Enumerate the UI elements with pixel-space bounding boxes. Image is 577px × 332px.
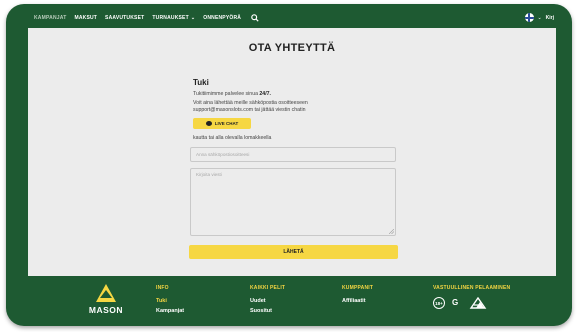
gamcare-icon[interactable]: G [452, 297, 464, 309]
resize-handle-icon[interactable] [389, 229, 394, 234]
flag-icon [525, 13, 535, 22]
chevron-down-icon: ⌄ [190, 15, 196, 21]
logo-text: MASON [88, 305, 124, 315]
footer: MASON INFO Tuki Kampanjat KAIKKI PELIT U… [28, 276, 556, 322]
email-field[interactable]: Anna sähköpostiosoitteesi [190, 147, 396, 162]
gambling-aware-icon[interactable] [469, 297, 487, 309]
language-selector[interactable]: ⌄ Kirj [525, 13, 554, 22]
footer-column-info: INFO Tuki Kampanjat [156, 285, 184, 314]
footer-column-partners: KUMPPANIT Affiliaatit [342, 285, 373, 304]
message-placeholder: Kirjoita viesti [196, 172, 222, 177]
footer-link-affiliaatit[interactable]: Affiliaatit [342, 298, 373, 304]
nav-item-maksut[interactable]: MAKSUT [74, 15, 97, 21]
age-limit-icon[interactable]: 18+ [433, 297, 445, 309]
footer-link-kampanjat[interactable]: Kampanjat [156, 308, 184, 314]
responsible-badges: 18+ G [433, 297, 510, 309]
support-email-text: Voit aina lähettää meille sähköpostia os… [193, 100, 308, 106]
footer-link-suositut[interactable]: Suositut [250, 308, 285, 314]
language-label: Kirj [545, 14, 554, 21]
nav-item-kampanjat[interactable]: KAMPANJAT [34, 15, 66, 21]
nav-item-turnaukset[interactable]: TURNAUKSET ⌄ [152, 15, 195, 21]
message-field[interactable]: Kirjoita viesti [190, 168, 396, 236]
top-navigation: KAMPANJAT MAKSUT SAAVUTUKSET TURNAUKSET ⌄… [28, 8, 556, 28]
screen: KAMPANJAT MAKSUT SAAVUTUKSET TURNAUKSET ⌄… [28, 8, 556, 322]
nav-item-onnenpyora[interactable]: ONNENPYÖRÄ [203, 15, 241, 21]
support-hours-bold: 24/7. [259, 91, 271, 97]
footer-column-responsible: VASTUULLINEN PELAAMINEN 18+ G [433, 285, 510, 309]
live-chat-label: LIVE CHAT [214, 121, 239, 126]
chevron-down-icon: ⌄ [537, 14, 542, 21]
mason-logo[interactable]: MASON [88, 284, 124, 320]
footer-link-uudet[interactable]: Uudet [250, 298, 285, 304]
footer-heading-partners: KUMPPANIT [342, 285, 374, 291]
email-placeholder: Anna sähköpostiosoitteesi [196, 152, 250, 157]
live-chat-button[interactable]: LIVE CHAT [193, 118, 251, 129]
nav-item-turnaukset-label: TURNAUKSET [152, 15, 189, 21]
footer-column-games: KAIKKI PELIT Uudet Suositut [250, 285, 285, 314]
footer-heading-games: KAIKKI PELIT [250, 285, 286, 291]
support-email-text-2: support@masonslots.com tai jättää viesti… [193, 107, 306, 113]
footer-link-tuki[interactable]: Tuki [156, 298, 184, 304]
device-frame: KAMPANJAT MAKSUT SAAVUTUKSET TURNAUKSET ⌄… [6, 4, 572, 326]
send-button[interactable]: LÄHETÄ [189, 245, 398, 259]
support-hours-text: Tukitiimimme palvelee sinua 24/7. [193, 91, 271, 97]
form-hint: kautta tai alla olevalla lomakkeella [193, 135, 272, 141]
contact-content: OTA YHTEYTTÄ Tuki Tukitiimimme palvelee … [28, 28, 556, 276]
chat-icon [205, 121, 212, 126]
section-title: Tuki [193, 78, 209, 87]
support-hours-prefix: Tukitiimimme palvelee sinua [193, 91, 258, 97]
footer-heading-info: INFO [156, 285, 169, 291]
page-title: OTA YHTEYTTÄ [248, 42, 336, 54]
nav-item-saavutukset[interactable]: SAAVUTUKSET [105, 15, 144, 21]
footer-heading-responsible: VASTUULLINEN PELAAMINEN [433, 285, 511, 291]
mason-logo-icon [96, 284, 116, 302]
search-icon[interactable] [251, 14, 259, 22]
